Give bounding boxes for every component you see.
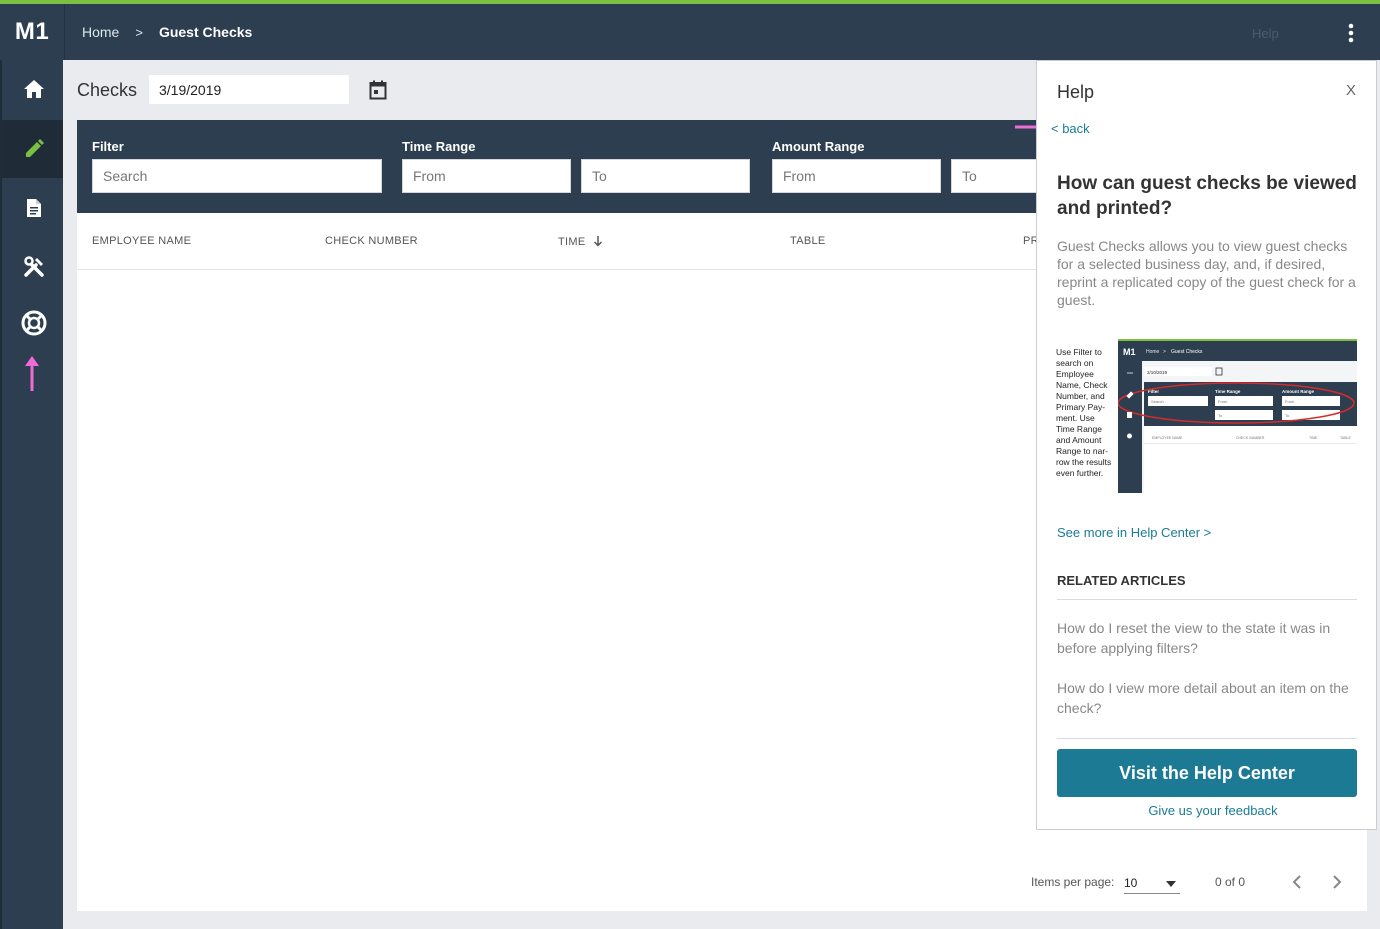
divider — [1057, 738, 1357, 739]
help-back-link[interactable]: < back — [1051, 121, 1090, 136]
time-range-label: Time Range — [402, 139, 476, 154]
thumb-from-2: From — [1285, 399, 1295, 404]
pencil-icon — [25, 139, 44, 157]
thumbnail-caption: Use Filter to search on Employee Name, C… — [1056, 347, 1112, 478]
sidebar — [0, 60, 65, 929]
pagination-range: 0 of 0 — [1215, 875, 1246, 889]
header-help-link[interactable]: Help — [1252, 26, 1279, 41]
help-article-body: Guest Checks allows you to view guest ch… — [1057, 238, 1356, 308]
help-panel: Help X < back How can guest checks be vi… — [1036, 60, 1377, 830]
chevron-right-icon[interactable] — [1331, 874, 1343, 890]
filter-label: Filter — [92, 139, 124, 154]
sidebar-item-tools[interactable] — [2, 238, 65, 296]
thumb-date: 2/10/2019 — [1147, 370, 1168, 375]
visit-help-center-button[interactable]: Visit the Help Center — [1057, 749, 1357, 797]
thumb-sep: > — [1163, 349, 1166, 355]
related-articles-title: RELATED ARTICLES — [1057, 573, 1186, 588]
thumb-amount-range: Amount Range — [1282, 389, 1314, 394]
help-panel-close-button[interactable]: X — [1346, 82, 1356, 99]
help-thumbnail: M1 Home > Guest Checks 2/10/2019 Filter … — [1118, 339, 1357, 493]
column-header-table[interactable]: TABLE — [790, 235, 826, 247]
thumb-col3: TIME — [1309, 436, 1318, 440]
document-icon — [26, 199, 41, 217]
column-header-check-number[interactable]: CHECK NUMBER — [325, 235, 418, 247]
date-input[interactable] — [149, 75, 349, 104]
feedback-link[interactable]: Give us your feedback — [1057, 803, 1369, 818]
thumb-col4: TABLE — [1340, 436, 1351, 440]
help-panel-title: Help — [1057, 82, 1095, 102]
sort-down-icon — [593, 236, 602, 247]
see-more-help-center-link[interactable]: See more in Help Center > — [1057, 525, 1211, 540]
breadcrumb: Home > Guest Checks — [82, 4, 252, 60]
thumb-crumb: Guest Checks — [1171, 349, 1203, 355]
items-per-page-label: Items per page: — [1031, 875, 1115, 889]
thumb-time-range: Time Range — [1215, 389, 1241, 394]
time-from-input[interactable]: From — [402, 159, 571, 193]
top-bar: M1 Home > Guest Checks Help — [0, 0, 1380, 60]
annotation-arrow-up-icon — [25, 356, 39, 391]
sidebar-item-reports[interactable] — [2, 179, 65, 237]
thumb-home: Home — [1146, 349, 1160, 355]
thumb-from-1: From — [1218, 399, 1228, 404]
items-per-page-value: 10 — [1124, 876, 1138, 890]
dropdown-caret-icon — [1166, 881, 1176, 887]
filter-search-input[interactable]: Search — [92, 159, 382, 193]
amount-from-input[interactable]: From — [772, 159, 941, 193]
checks-label: Checks — [77, 80, 138, 100]
chevron-left-icon[interactable] — [1291, 874, 1303, 890]
column-header-employee[interactable]: EMPLOYEE NAME — [92, 235, 191, 247]
related-article-link[interactable]: How do I reset the view to the state it … — [1057, 618, 1357, 658]
column-header-time[interactable]: TIME — [558, 235, 603, 248]
column-header-time-label: TIME — [558, 236, 586, 248]
items-per-page-select[interactable]: 10 — [1124, 870, 1180, 894]
lifebuoy-icon — [21, 310, 46, 336]
breadcrumb-separator: > — [135, 24, 143, 40]
amount-range-label: Amount Range — [772, 139, 865, 154]
divider — [1057, 599, 1357, 600]
sidebar-item-edit[interactable] — [2, 120, 65, 178]
breadcrumb-current: Guest Checks — [158, 24, 253, 40]
thumb-col2: CHECK NUMBER — [1236, 436, 1265, 440]
thumb-search: Search — [1151, 399, 1164, 404]
breadcrumb-home[interactable]: Home — [82, 24, 119, 40]
calendar-icon[interactable] — [369, 80, 387, 100]
tools-icon — [23, 256, 44, 277]
home-icon — [23, 80, 44, 98]
thumbnail-screenshot: M1 Home > Guest Checks 2/10/2019 Filter … — [1118, 339, 1357, 493]
thumb-col1: EMPLOYEE NAME — [1152, 436, 1183, 440]
sidebar-item-support[interactable] — [2, 294, 65, 352]
time-to-input[interactable]: To — [581, 159, 750, 193]
sidebar-item-home[interactable] — [2, 60, 65, 118]
related-article-link[interactable]: How do I view more detail about an item … — [1057, 678, 1357, 718]
thumb-logo: M1 — [1123, 347, 1136, 357]
app-logo[interactable]: M1 — [0, 4, 65, 60]
help-article-heading: How can guest checks be viewed and print… — [1057, 173, 1357, 219]
more-options-icon[interactable] — [1341, 21, 1361, 45]
